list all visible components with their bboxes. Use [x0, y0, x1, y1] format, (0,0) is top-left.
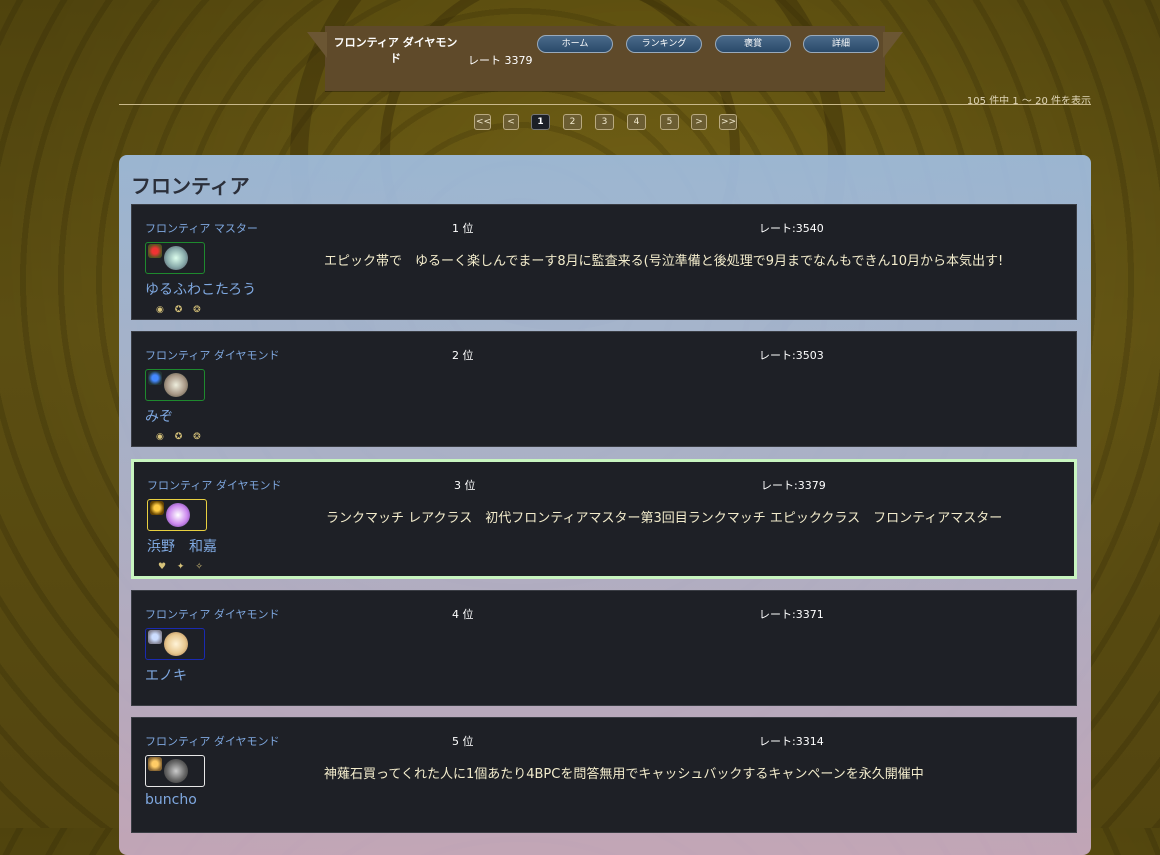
rate-value: レート:3379 [761, 479, 826, 492]
page-last-button[interactable]: >> [719, 114, 737, 130]
page-1-button[interactable]: 1 [531, 114, 550, 130]
rank-position: 2 位 [452, 349, 474, 362]
ranking-panel: フロンティア フロンティア マスター 1 位 レート:3540 ゆるふわこたろう… [119, 155, 1091, 855]
ranking-entry[interactable]: フロンティア ダイヤモンド 5 位 レート:3314 buncho 神薙石買って… [131, 717, 1077, 833]
avatar[interactable] [145, 242, 205, 274]
avatar-sub-icon [148, 244, 162, 258]
rank-position: 5 位 [452, 735, 474, 748]
rank-position: 4 位 [452, 608, 474, 621]
page-prev-button[interactable]: < [503, 114, 519, 130]
player-name-link[interactable]: 浜野 和嘉 [147, 536, 217, 556]
section-title: フロンティア [131, 174, 250, 198]
rate-value: レート:3314 [759, 735, 824, 748]
player-name-link[interactable]: みぞ [145, 406, 173, 426]
avatar[interactable] [145, 369, 205, 401]
avatar[interactable] [145, 628, 205, 660]
player-name-link[interactable]: エノキ [145, 665, 187, 685]
ranking-entry-current-player[interactable]: フロンティア ダイヤモンド 3 位 レート:3379 浜野 和嘉 ♥ ✦ ✧ ラ… [131, 459, 1077, 579]
player-comment: ランクマッチ レアクラス 初代フロンティアマスター第3回目ランクマッチ エピック… [326, 511, 1003, 526]
avatar-main-icon [164, 373, 188, 397]
avatar[interactable] [145, 755, 205, 787]
avatar-sub-icon [148, 630, 162, 644]
avatar-main-icon [164, 759, 188, 783]
rate-value: レート:3371 [759, 608, 824, 621]
nav-home-button[interactable]: ホーム [537, 35, 613, 53]
nav-rewards-button[interactable]: 褒賞 [715, 35, 791, 53]
page-4-button[interactable]: 4 [627, 114, 646, 130]
avatar-main-icon [164, 632, 188, 656]
header-divider [119, 104, 1091, 105]
nav-ranking-button[interactable]: ランキング [626, 35, 702, 53]
player-name-link[interactable]: buncho [145, 792, 197, 808]
player-rank-name: フロンティア ダイヤモンド [333, 36, 458, 65]
rate-value: レート:3540 [759, 222, 824, 235]
rate-value: レート:3503 [759, 349, 824, 362]
avatar[interactable] [147, 499, 207, 531]
rank-label: フロンティア ダイヤモンド [145, 608, 280, 621]
page-first-button[interactable]: << [474, 114, 491, 130]
player-comment: エピック帯で ゆるーく楽しんでまーす8月に監査来る(号泣準備と後処理で9月までな… [324, 254, 1004, 269]
nav-details-button[interactable]: 詳細 [803, 35, 879, 53]
page-5-button[interactable]: 5 [660, 114, 679, 130]
rank-label: フロンティア ダイヤモンド [145, 349, 280, 362]
achievement-badges: ◉ ✪ ❂ [156, 305, 205, 315]
avatar-main-icon [166, 503, 190, 527]
player-rate: レート 3379 [468, 54, 533, 67]
rank-label: フロンティア ダイヤモンド [145, 735, 280, 748]
rank-label: フロンティア ダイヤモンド [147, 479, 282, 492]
ranking-entry[interactable]: フロンティア マスター 1 位 レート:3540 ゆるふわこたろう ◉ ✪ ❂ … [131, 204, 1077, 320]
avatar-sub-icon [148, 757, 162, 771]
player-name-link[interactable]: ゆるふわこたろう [145, 279, 256, 299]
achievement-badges: ◉ ✪ ❂ [156, 432, 205, 442]
page-2-button[interactable]: 2 [563, 114, 582, 130]
rank-label: フロンティア マスター [145, 222, 258, 235]
avatar-main-icon [164, 246, 188, 270]
page-3-button[interactable]: 3 [595, 114, 614, 130]
page-next-button[interactable]: > [691, 114, 707, 130]
rank-position: 1 位 [452, 222, 474, 235]
player-header-bar: フロンティア ダイヤモンド レート 3379 ホーム ランキング 褒賞 詳細 [325, 26, 885, 91]
rank-position: 3 位 [454, 479, 476, 492]
achievement-badges: ♥ ✦ ✧ [158, 562, 207, 572]
avatar-sub-icon [150, 501, 164, 515]
ranking-entry[interactable]: フロンティア ダイヤモンド 2 位 レート:3503 みぞ ◉ ✪ ❂ [131, 331, 1077, 447]
ranking-entry[interactable]: フロンティア ダイヤモンド 4 位 レート:3371 エノキ [131, 590, 1077, 706]
player-comment: 神薙石買ってくれた人に1個あたり4BPCを問答無用でキャッシュバックするキャンペ… [324, 767, 924, 782]
avatar-sub-icon [148, 371, 162, 385]
